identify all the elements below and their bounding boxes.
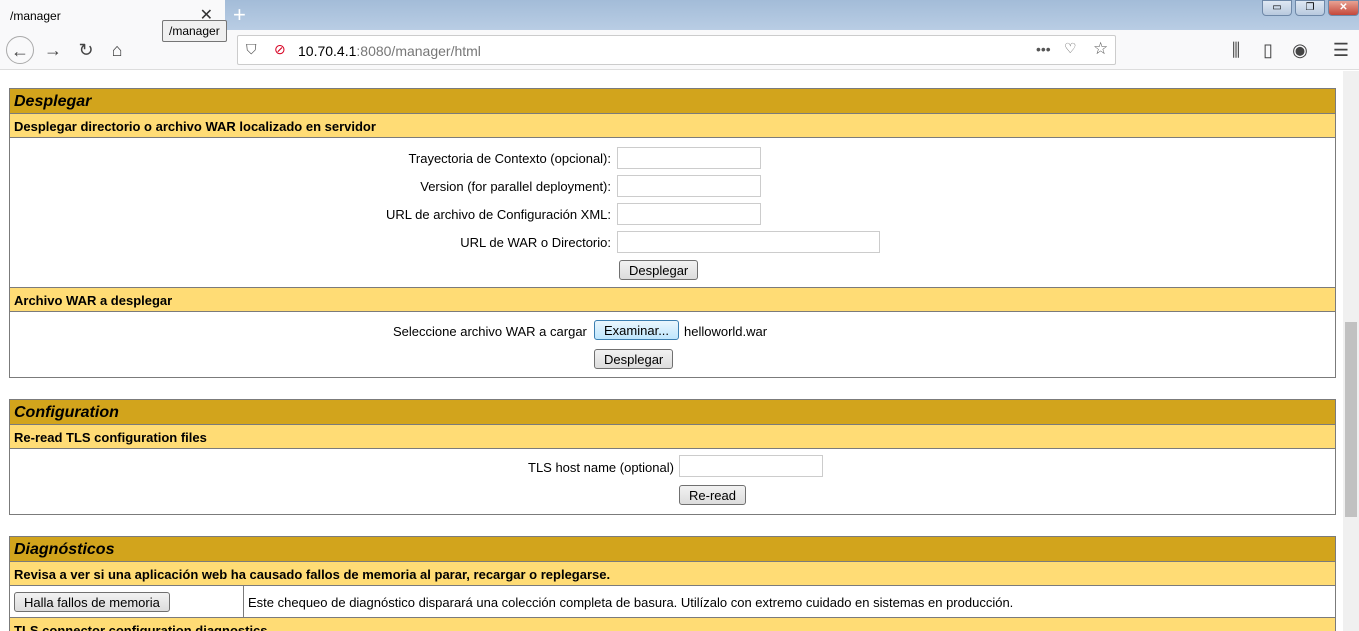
insecure-lock-icon[interactable]: ⊘ [274,41,286,58]
page-content: Desplegar Desplegar directorio o archivo… [0,71,1343,631]
new-tab-icon[interactable]: + [233,2,246,28]
tab-tooltip: /manager [162,20,227,42]
home-icon[interactable]: ⌂ [103,36,131,64]
config-xml-label: URL de archivo de Configuración XML: [386,207,611,222]
war-url-row: URL de WAR o Directorio: [10,228,1335,256]
find-leaks-button[interactable]: Halla fallos de memoria [14,592,170,612]
shield-icon[interactable]: ⛉ [246,41,257,58]
version-row: Version (for parallel deployment): [10,172,1335,200]
close-window-icon[interactable]: ✕ [1328,0,1359,16]
url-host: 10.70.4.1 [298,43,357,59]
config-xml-input[interactable] [617,203,761,225]
bookmark-star-icon[interactable]: ☆ [1093,39,1108,59]
scrollbar-thumb[interactable] [1345,322,1357,517]
diagnostics-section: Diagnósticos Revisa a ver si una aplicac… [9,536,1336,631]
account-icon[interactable]: ◉ [1286,36,1314,64]
tls-reread-subtitle: Re-read TLS configuration files [10,425,1335,449]
diagnostics-title: Diagnósticos [10,537,1335,562]
tab-title: /manager [10,9,61,23]
minimize-icon[interactable]: ▭ [1262,0,1292,16]
configuration-section: Configuration Re-read TLS configuration … [9,399,1336,515]
tls-host-label: TLS host name (optional) [528,460,674,475]
restore-icon[interactable]: ❐ [1295,0,1325,16]
deploy-server-button[interactable]: Desplegar [619,260,699,280]
context-path-label: Trayectoria de Contexto (opcional): [408,151,611,166]
deploy-title: Desplegar [10,89,1335,114]
url-bar[interactable]: ⛉ ⊘ 10.70.4.1:8080/manager/html ••• ♡ ☆ [237,35,1116,65]
tls-diagnostics-subtitle: TLS connector configuration diagnostics [10,618,1335,631]
selected-file-name: helloworld.war [684,324,768,339]
config-xml-row: URL de archivo de Configuración XML: [10,200,1335,228]
browse-button[interactable]: Examinar... [594,320,680,340]
reload-icon[interactable]: ↻ [72,36,100,64]
war-upload-subtitle: Archivo WAR a desplegar [10,288,1335,312]
pocket-icon[interactable]: ♡ [1064,40,1077,57]
deploy-section: Desplegar Desplegar directorio o archivo… [9,88,1336,378]
war-url-input[interactable] [617,231,880,253]
back-icon[interactable]: ← [6,36,34,64]
library-icon[interactable]: ⫼ [1222,36,1250,64]
war-file-label: Seleccione archivo WAR a cargar [393,324,587,339]
version-label: Version (for parallel deployment): [420,179,611,194]
memory-leak-subtitle: Revisa a ver si una aplicación web ha ca… [10,562,1335,586]
scrollbar[interactable] [1343,71,1359,631]
sidebar-icon[interactable]: ▯ [1254,36,1282,64]
deploy-server-subtitle: Desplegar directorio o archivo WAR local… [10,114,1335,138]
url-path: :8080/manager/html [356,43,481,59]
find-leaks-description: Este chequeo de diagnóstico disparará un… [243,586,1017,617]
context-path-input[interactable] [617,147,761,169]
more-icon[interactable]: ••• [1036,41,1051,57]
deploy-war-button[interactable]: Desplegar [594,349,674,369]
version-input[interactable] [617,175,761,197]
configuration-title: Configuration [10,400,1335,425]
tls-host-input[interactable] [679,455,823,477]
menu-icon[interactable]: ☰ [1327,36,1355,64]
context-path-row: Trayectoria de Contexto (opcional): [10,144,1335,172]
reread-button[interactable]: Re-read [679,485,746,505]
forward-icon[interactable]: → [39,36,67,64]
war-url-label: URL de WAR o Directorio: [460,235,611,250]
